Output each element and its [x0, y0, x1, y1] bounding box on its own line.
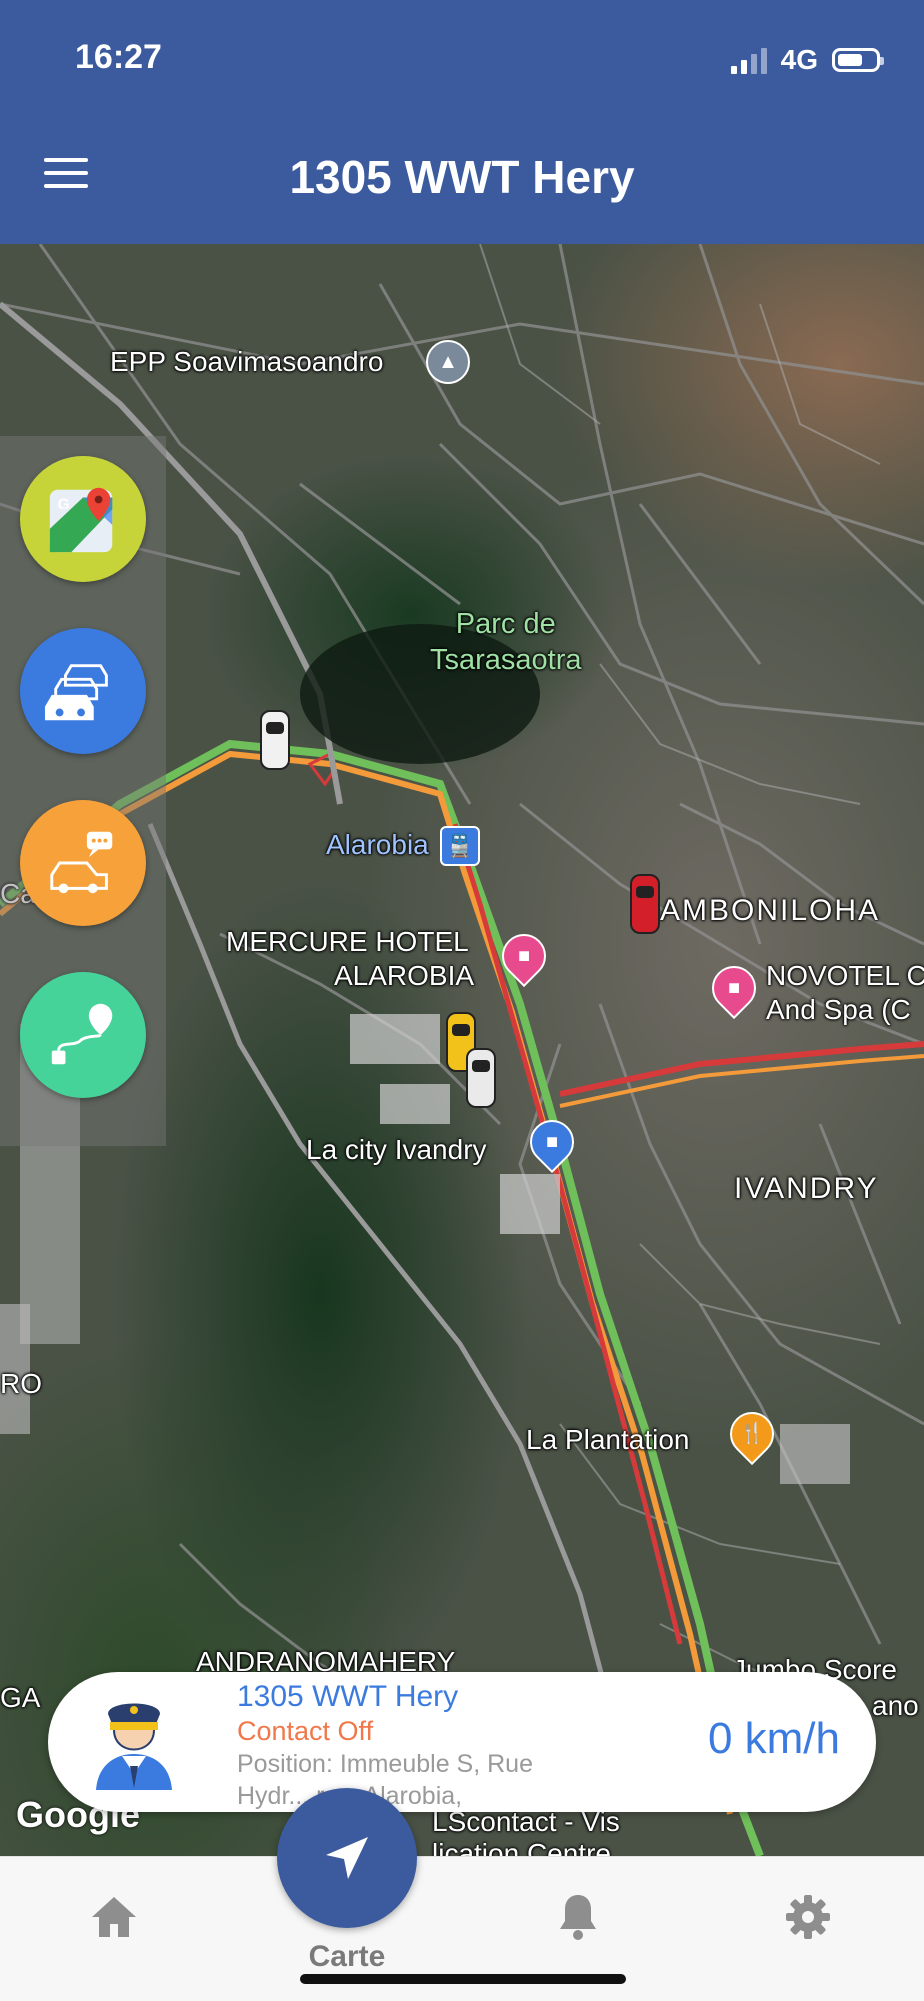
navigation-arrow-icon [326, 1837, 368, 1879]
map-label-la-plantation: La Plantation [526, 1424, 690, 1455]
map-nav-button[interactable] [277, 1788, 417, 1928]
vehicle-status: Contact Off [237, 1716, 374, 1746]
vehicle-marker[interactable] [260, 710, 290, 770]
map-label-alarobia: Alarobia [326, 829, 429, 860]
traffic-button[interactable] [20, 628, 146, 754]
nav-home[interactable] [84, 1887, 144, 1947]
map-label-mercure-2: ALAROBIA [334, 960, 475, 991]
route-icon [51, 1003, 113, 1065]
map-label-ano: ano [872, 1690, 919, 1721]
map-label-novotel-1: NOVOTEL C [766, 960, 924, 991]
vehicle-info-card[interactable]: 1305 WWT Hery Contact Off Position: Imme… [48, 1672, 876, 1812]
app-header: 16:27 4G 1305 WWT Hery [0, 0, 924, 244]
park-line2: Tsarasaotra [430, 644, 582, 676]
map-label-novotel-2: And Spa (C [766, 994, 911, 1025]
home-icon [92, 1897, 136, 1937]
shortcut-panel: G [0, 436, 166, 1146]
bell-icon [560, 1895, 596, 1940]
google-maps-icon: G [49, 487, 113, 553]
map-label-ga: GA [0, 1682, 41, 1713]
google-maps-button[interactable]: G [20, 456, 146, 582]
route-button[interactable] [20, 972, 146, 1098]
home-indicator [300, 1974, 626, 1984]
vehicle-position: Position: Immeuble S, Rue Hydr... res, A… [237, 1750, 533, 1810]
gear-icon [786, 1895, 830, 1939]
map-label-amboniloha: AMBONILOHA [660, 894, 881, 927]
nav-notifications[interactable] [548, 1887, 608, 1947]
map-label-park: Parc de Tsarasaotra [430, 606, 582, 678]
map-label-ivandry: IVANDRY [734, 1172, 879, 1205]
traffic-cars-icon [44, 664, 108, 721]
nav-label-carte: Carte [308, 1940, 386, 1973]
battery-icon [832, 48, 884, 72]
vehicle-marker[interactable] [466, 1048, 496, 1108]
status-indicators: 4G [730, 44, 884, 76]
car-chat-icon [50, 831, 113, 894]
map-label-mercure-1: MERCURE HOTEL [226, 926, 469, 957]
map-label-epp: EPP Soavimasoandro [110, 346, 384, 377]
map-label-la-city: La city Ivandry [306, 1134, 487, 1165]
page-title: 1305 WWT Hery [289, 151, 635, 203]
vehicle-name: 1305 WWT Hery [237, 1680, 459, 1713]
vehicle-speed: 0 km/h [707, 1714, 840, 1763]
signal-icon [730, 46, 767, 74]
network-type: 4G [780, 44, 818, 75]
train-station-icon[interactable]: 🚆 [440, 826, 480, 866]
driver-avatar [96, 1703, 172, 1790]
vehicle-marker[interactable] [630, 874, 660, 934]
car-message-button[interactable] [20, 800, 146, 926]
svg-text:G: G [58, 496, 70, 513]
status-time: 16:27 [75, 38, 162, 76]
park-line1: Parc de [455, 608, 556, 640]
map-label-lication: lication Centre [432, 1838, 611, 1856]
map-label-ro: RO [0, 1368, 42, 1399]
nav-settings[interactable] [778, 1887, 838, 1947]
school-icon[interactable]: ▲ [426, 340, 470, 384]
